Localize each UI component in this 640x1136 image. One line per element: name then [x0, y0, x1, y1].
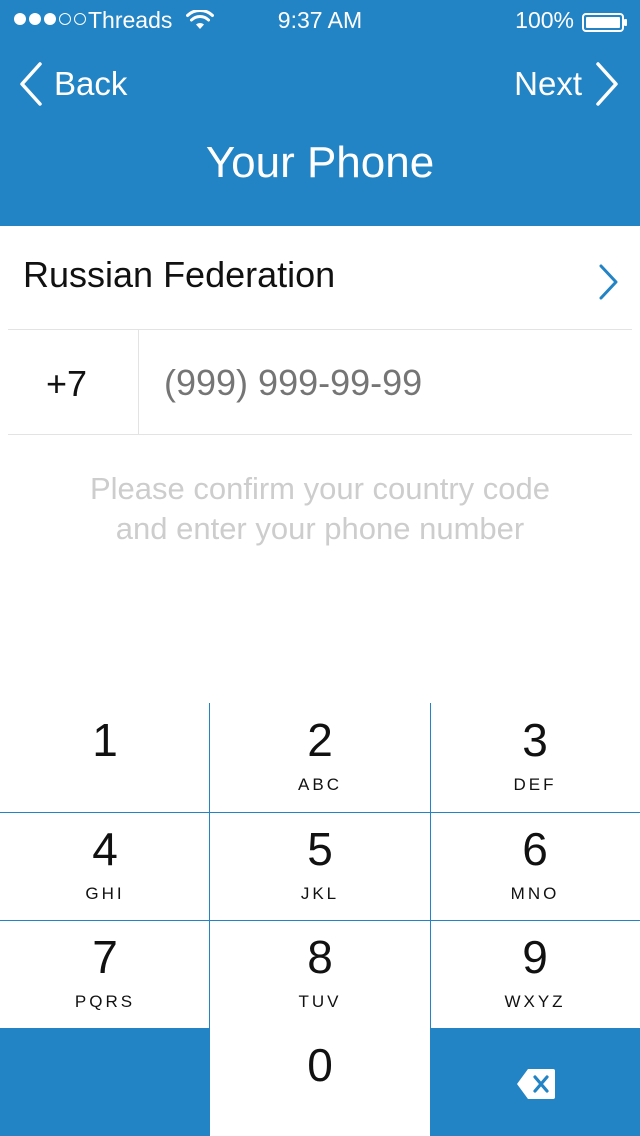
key-letters: DEF — [513, 775, 557, 794]
next-label: Next — [514, 65, 582, 102]
top-bar: Threads 9:37 AM 100% Back Next Your Phon… — [0, 0, 640, 226]
key-digit: 2 — [307, 714, 333, 766]
key-7[interactable]: 7 PQRS — [0, 920, 210, 1028]
key-6[interactable]: 6 MNO — [430, 812, 640, 920]
next-button[interactable]: Next — [514, 58, 620, 110]
key-letters: ABC — [298, 775, 342, 794]
instruction-text: Please confirm your country code and ent… — [0, 469, 640, 549]
chevron-right-icon — [596, 62, 618, 106]
key-letters: WXYZ — [504, 992, 566, 1011]
divider — [8, 434, 632, 435]
key-digit: 1 — [92, 714, 118, 766]
key-digit: 0 — [307, 1039, 333, 1091]
back-button[interactable]: Back — [18, 58, 127, 110]
keypad-blank-key — [0, 1028, 210, 1136]
key-digit: 7 — [92, 931, 118, 983]
key-4[interactable]: 4 GHI — [0, 812, 210, 920]
phone-number-input[interactable] — [164, 360, 624, 406]
delete-key[interactable] — [430, 1028, 640, 1136]
page-title: Your Phone — [205, 138, 435, 187]
battery-icon — [582, 11, 628, 32]
key-digit: 3 — [522, 714, 548, 766]
key-digit: 8 — [307, 931, 333, 983]
chevron-left-icon — [20, 62, 42, 106]
key-digit: 6 — [522, 823, 548, 875]
key-2[interactable]: 2 ABC — [210, 703, 430, 812]
keypad-divider — [0, 812, 640, 813]
key-letters: JKL — [300, 884, 340, 903]
key-letters: PQRS — [74, 992, 136, 1011]
key-digit: 5 — [307, 823, 333, 875]
keypad-divider — [209, 703, 210, 1028]
keypad-divider — [0, 920, 640, 921]
country-code-field[interactable]: +7 — [8, 330, 139, 434]
instruction-line: Please confirm your country code — [89, 471, 551, 506]
key-letters: MNO — [510, 884, 560, 903]
numeric-keypad: 1 2 ABC 3 DEF 4 GHI 5 JKL 6 MNO 7 PQRS 8… — [0, 703, 640, 1136]
chevron-right-icon — [599, 264, 618, 300]
country-code: +7 — [46, 363, 88, 404]
key-8[interactable]: 8 TUV — [210, 920, 430, 1028]
instruction-line: and enter your phone number — [115, 511, 525, 546]
key-5[interactable]: 5 JKL — [210, 812, 430, 920]
country-selector[interactable]: Russian Federation — [0, 226, 640, 329]
backspace-icon — [517, 1069, 555, 1099]
key-letters: TUV — [298, 992, 342, 1011]
back-label: Back — [54, 65, 128, 102]
key-digit: 9 — [522, 931, 548, 983]
key-3[interactable]: 3 DEF — [430, 703, 640, 812]
key-1[interactable]: 1 — [0, 703, 210, 812]
battery-percentage: 100% — [515, 7, 574, 33]
keypad-divider — [430, 703, 431, 1028]
status-bar: Threads 9:37 AM 100% — [0, 0, 640, 40]
key-0[interactable]: 0 — [210, 1028, 430, 1136]
country-name: Russian Federation — [23, 254, 336, 295]
key-letters: GHI — [85, 884, 125, 903]
key-9[interactable]: 9 WXYZ — [430, 920, 640, 1028]
key-digit: 4 — [92, 823, 118, 875]
